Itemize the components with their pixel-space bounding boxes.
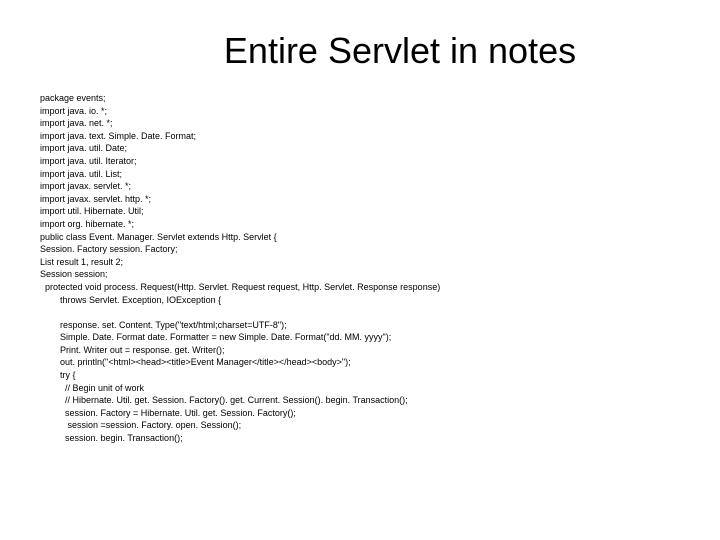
slide: Entire Servlet in notes package events; …	[0, 0, 720, 445]
code-block: package events; import java. io. *; impo…	[40, 92, 680, 445]
slide-title: Entire Servlet in notes	[120, 30, 680, 72]
